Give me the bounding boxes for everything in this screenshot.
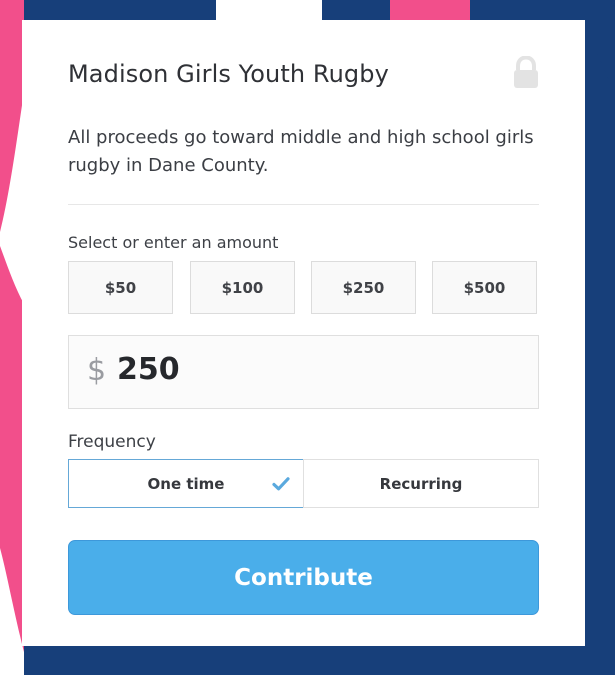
currency-symbol: $ — [87, 353, 107, 388]
lock-icon — [514, 56, 538, 88]
frequency-option-recurring[interactable]: Recurring — [303, 459, 539, 508]
frequency-option-one-time[interactable]: One time — [68, 459, 304, 508]
frequency-option-label: Recurring — [379, 474, 463, 493]
amount-option-500[interactable]: $500 — [432, 261, 537, 314]
donation-card: Madison Girls Youth Rugby All proceeds g… — [22, 20, 585, 646]
amount-options: $50 $100 $250 $500 — [68, 261, 539, 316]
contribute-button[interactable]: Contribute — [68, 540, 539, 615]
page-title: Madison Girls Youth Rugby — [68, 60, 389, 88]
amount-input[interactable]: $ 250 — [68, 335, 539, 409]
frequency-label: Frequency — [68, 432, 156, 452]
amount-section-label: Select or enter an amount — [68, 233, 279, 252]
amount-option-100[interactable]: $100 — [190, 261, 295, 314]
frequency-option-label: One time — [147, 474, 225, 493]
amount-value[interactable]: 250 — [117, 353, 180, 387]
section-divider — [68, 204, 539, 205]
frequency-selector: One time Recurring — [68, 459, 539, 509]
amount-option-250[interactable]: $250 — [311, 261, 416, 314]
check-icon — [272, 477, 290, 491]
campaign-description: All proceeds go toward middle and high s… — [68, 127, 534, 176]
amount-option-50[interactable]: $50 — [68, 261, 173, 314]
